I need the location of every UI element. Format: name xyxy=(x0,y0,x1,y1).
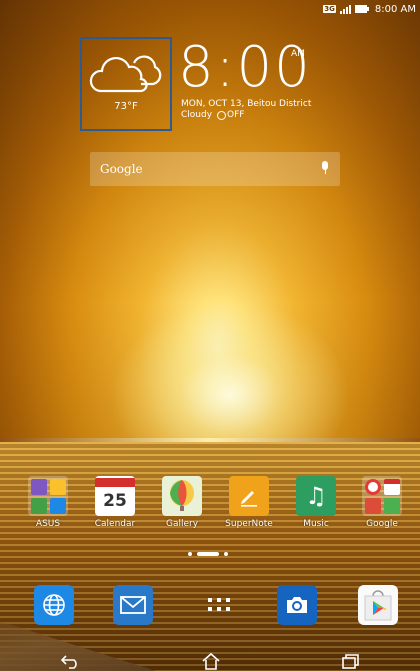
email-icon[interactable] xyxy=(113,585,153,625)
status-bar: 3G 8:00 AM xyxy=(0,0,420,18)
page-dot xyxy=(224,552,228,556)
google-folder-icon xyxy=(362,476,402,516)
alarm-status-text: OFF xyxy=(227,110,245,120)
gallery-icon xyxy=(162,476,202,516)
app-label: Google xyxy=(366,519,398,529)
page-dot xyxy=(188,552,192,556)
home-icon[interactable] xyxy=(201,652,221,670)
app-label: SuperNote xyxy=(225,519,273,529)
recent-apps-icon[interactable] xyxy=(340,652,360,670)
battery-icon xyxy=(354,5,369,13)
alarm-status: OFF xyxy=(217,110,244,120)
calendar-date: 25 xyxy=(103,490,127,511)
app-label: Gallery xyxy=(165,519,199,529)
status-time: 8:00 AM xyxy=(374,3,416,15)
google-search-bar[interactable]: Google xyxy=(90,152,340,186)
back-icon[interactable] xyxy=(60,653,82,669)
search-label: Google xyxy=(100,162,143,176)
app-music[interactable]: ♫ Music xyxy=(288,476,344,529)
page-indicator xyxy=(188,552,228,556)
app-label: Calendar xyxy=(94,519,136,529)
signal-icon xyxy=(339,4,351,14)
weather-widget[interactable]: 73°F xyxy=(80,37,172,131)
temperature-text: 73°F xyxy=(114,101,138,112)
app-calendar[interactable]: 25 Calendar xyxy=(87,476,143,529)
navigation-bar xyxy=(0,650,420,671)
app-label: Music xyxy=(303,519,329,529)
app-google-folder[interactable]: Google xyxy=(354,476,410,529)
alarm-icon xyxy=(217,110,227,120)
browser-icon[interactable] xyxy=(34,585,74,625)
mic-icon[interactable] xyxy=(320,161,330,177)
calendar-icon: 25 xyxy=(95,476,135,516)
supernote-icon xyxy=(229,476,269,516)
clock-ampm: AM xyxy=(291,49,305,59)
app-supernote[interactable]: SuperNote xyxy=(221,476,277,529)
app-gallery[interactable]: Gallery xyxy=(154,476,210,529)
camera-icon[interactable] xyxy=(277,585,317,625)
app-label: ASUS xyxy=(35,519,61,529)
all-apps-icon[interactable] xyxy=(199,585,239,625)
page-dot-active xyxy=(197,552,219,556)
cloud-icon xyxy=(89,55,162,93)
date-location-text: MON, OCT 13, Beitou District xyxy=(181,99,312,109)
music-icon: ♫ xyxy=(296,476,336,516)
home-screen: 3G 8:00 AM 73°F 8:00 AM MON, OCT 13, Bei… xyxy=(0,0,420,671)
weather-condition-text: Cloudy xyxy=(181,110,213,120)
play-store-icon[interactable] xyxy=(358,585,398,625)
asus-folder-icon xyxy=(28,476,68,516)
app-asus-folder[interactable]: ASUS xyxy=(20,476,76,529)
network-type-badge: 3G xyxy=(323,5,336,13)
condition-alarm-line: Cloudy OFF xyxy=(181,110,244,120)
